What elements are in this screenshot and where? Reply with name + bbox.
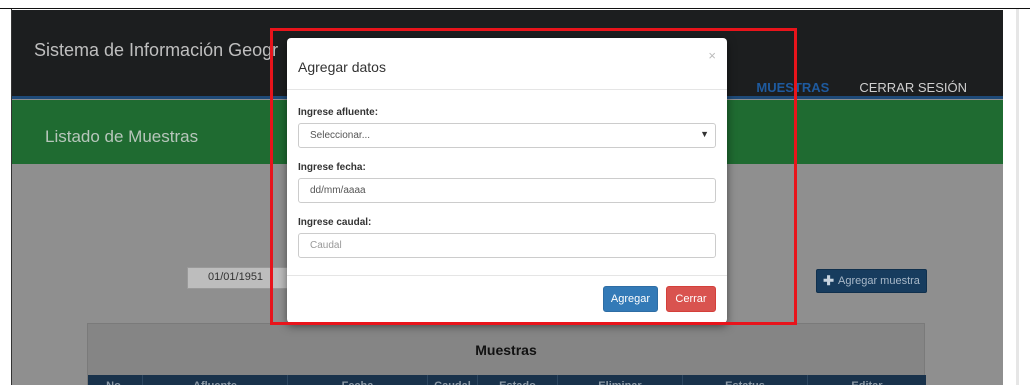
nav-item-cerrar-sesion[interactable]: CERRAR SESIÓN: [859, 80, 967, 95]
scrollbar-track[interactable]: [1016, 9, 1019, 385]
fecha-input[interactable]: dd/mm/aaaa: [298, 178, 716, 203]
column-header-fecha: Fecha: [288, 375, 428, 385]
caudal-label: Ingrese caudal:: [298, 217, 372, 228]
samples-table-card: Muestras No. Afluente Fecha Caudal Estad…: [87, 323, 926, 385]
close-icon[interactable]: ×: [708, 48, 716, 63]
screenshot-left-margin: [0, 9, 12, 385]
add-data-modal: Agregar datos × Ingrese afluente: Selecc…: [287, 38, 727, 323]
afluente-label: Ingrese afluente:: [298, 107, 379, 118]
add-sample-button[interactable]: ✚ Agregar muestra: [816, 269, 927, 293]
modal-body: Ingrese afluente: Seleccionar... ▼ Ingre…: [287, 90, 727, 276]
modal-footer: Agregar Cerrar: [287, 276, 727, 322]
app-brand[interactable]: Sistema de Información Geogr: [34, 40, 278, 61]
column-header-eliminar: Eliminar: [558, 375, 683, 385]
caudal-input[interactable]: Caudal: [298, 233, 716, 258]
modal-title: Agregar datos: [298, 59, 386, 75]
column-header-estatus: Estatus: [683, 375, 808, 385]
table-caption: Muestras: [475, 342, 537, 358]
screenshot-right-margin: [1003, 9, 1030, 385]
afluente-select[interactable]: Seleccionar... ▼: [298, 123, 716, 148]
column-header-caudal: Caudal: [428, 375, 478, 385]
app-backdrop: Sistema de Información Geogr S MUESTRAS …: [12, 10, 1003, 385]
chevron-down-icon: ▼: [700, 129, 709, 139]
afluente-selected-value: Seleccionar...: [310, 130, 371, 141]
screenshot-top-border: [0, 0, 1030, 9]
agregar-button[interactable]: Agregar: [603, 286, 658, 312]
page-title: Listado de Muestras: [45, 127, 199, 146]
column-header-estado: Estado: [478, 375, 558, 385]
plus-icon: ✚: [823, 273, 834, 288]
column-header-afluente: Afluente: [143, 375, 288, 385]
column-header-no: No.: [88, 375, 143, 385]
add-sample-label: Agregar muestra: [837, 275, 920, 287]
nav-menu: S MUESTRAS CERRAR SESIÓN: [718, 80, 967, 95]
nav-item-muestras[interactable]: MUESTRAS: [756, 80, 829, 95]
modal-header: Agregar datos ×: [287, 38, 727, 90]
table-header-row: No. Afluente Fecha Caudal Estado Elimina…: [88, 375, 926, 385]
fecha-label: Ingrese fecha:: [298, 162, 366, 173]
column-header-editar: Editar: [808, 375, 926, 385]
cerrar-button[interactable]: Cerrar: [666, 286, 716, 312]
